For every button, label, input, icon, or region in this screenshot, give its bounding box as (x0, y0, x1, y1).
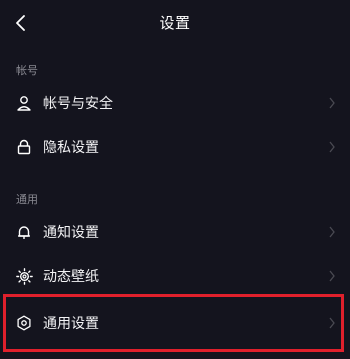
settings-item-label: 通知设置 (43, 225, 99, 241)
settings-item-label: 动态壁纸 (43, 269, 99, 285)
chevron-right-icon (329, 226, 335, 238)
settings-item-general[interactable]: 通用设置 (0, 302, 350, 344)
sun-icon (15, 267, 33, 285)
settings-item-notifications[interactable]: 通知设置 (0, 211, 350, 253)
lock-icon (15, 138, 33, 156)
chevron-right-icon (329, 141, 335, 153)
settings-item-label: 通用设置 (43, 316, 99, 332)
chevron-right-icon (329, 317, 335, 329)
settings-item-live-wallpaper[interactable]: 动态壁纸 (0, 255, 350, 297)
header-bar: 设置 (0, 0, 350, 46)
section-label-general: 通用 (16, 193, 38, 206)
page-title: 设置 (159, 14, 191, 32)
section-label-account: 帐号 (16, 64, 38, 77)
settings-item-account-security[interactable]: 帐号与安全 (0, 82, 350, 124)
user-icon (15, 94, 33, 112)
settings-item-label: 隐私设置 (43, 140, 99, 156)
bell-icon (15, 223, 33, 241)
chevron-right-icon (329, 97, 335, 109)
chevron-right-icon (329, 270, 335, 282)
settings-item-privacy[interactable]: 隐私设置 (0, 126, 350, 168)
settings-item-label: 帐号与安全 (43, 96, 113, 112)
gear-icon (15, 314, 33, 332)
